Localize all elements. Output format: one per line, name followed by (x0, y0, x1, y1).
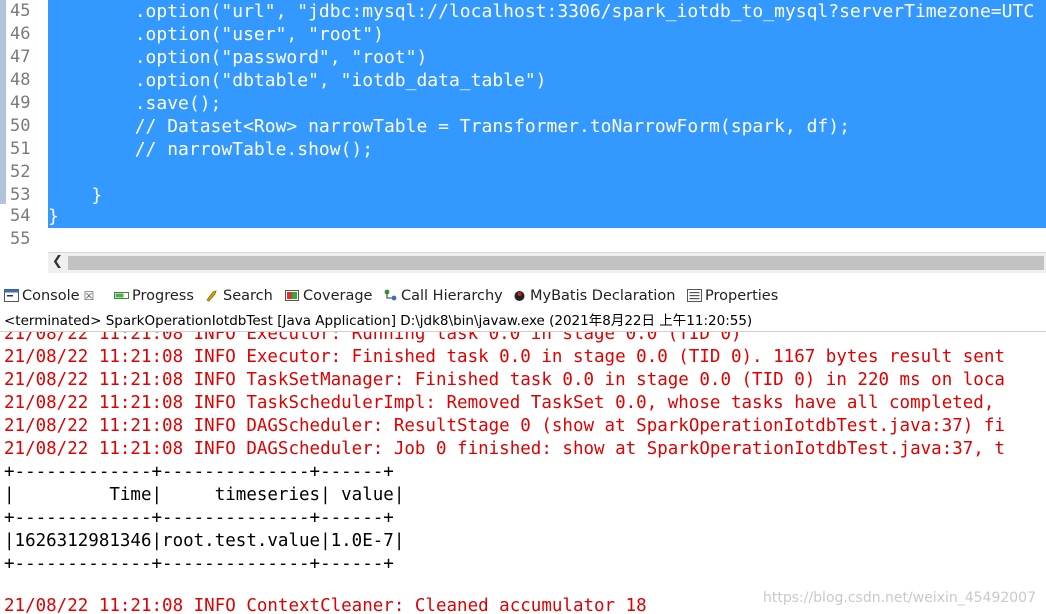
line-number: 49 (10, 93, 31, 113)
line-number: 52 (10, 162, 31, 182)
line-number: 45 (10, 1, 31, 21)
scrollbar-thumb[interactable] (68, 256, 1044, 270)
console-line: +-------------+--------------+------+ (4, 508, 394, 528)
tab-coverage[interactable]: Coverage (285, 282, 372, 310)
console-output[interactable]: 21/08/22 11:21:08 INFO Executor: Running… (0, 332, 1046, 614)
view-tab-bar: Console ☒ Progress Search Coverage Call H… (0, 282, 1046, 310)
line-number: 51 (10, 139, 31, 159)
mybatis-icon (514, 291, 525, 301)
properties-icon (687, 289, 702, 302)
code-row: 46 .option("user", "root") (0, 23, 1046, 46)
call-hierarchy-icon (384, 289, 397, 301)
console-line: 21/08/22 11:21:08 INFO TaskSetManager: F… (4, 370, 1005, 390)
code-row: 49 .save(); (0, 92, 1046, 115)
code-row: 52 (0, 161, 1046, 184)
console-line: +-------------+--------------+------+ (4, 462, 394, 482)
tab-properties[interactable]: Properties (687, 282, 778, 310)
search-icon (206, 290, 217, 302)
code-line[interactable]: .option("password", "root") (48, 46, 1046, 69)
code-line[interactable]: } (48, 205, 1046, 228)
code-line[interactable]: // Dataset<Row> narrowTable = Transforme… (48, 115, 1046, 138)
console-line: +-------------+--------------+------+ (4, 554, 394, 574)
tab-label: Coverage (303, 288, 373, 304)
progress-icon (114, 292, 129, 299)
code-row: 48 .option("dbtable", "iotdb_data_table"… (0, 69, 1046, 92)
console-line: 21/08/22 11:21:08 INFO DAGScheduler: Res… (4, 416, 1005, 436)
scroll-left-icon[interactable]: ❮ (52, 254, 63, 269)
tab-mybatis-declaration[interactable]: MyBatis Declaration (512, 282, 675, 310)
line-number: 50 (10, 116, 31, 136)
tab-label: Call Hierarchy (401, 288, 503, 304)
code-line[interactable]: .option("user", "root") (48, 23, 1046, 46)
line-number: 46 (10, 24, 31, 44)
tab-label: Progress (132, 288, 194, 304)
console-line: 21/08/22 11:21:08 INFO ContextCleaner: C… (4, 596, 647, 614)
console-line: 21/08/22 11:21:08 INFO Executor: Running… (4, 332, 742, 344)
code-row: 50 // Dataset<Row> narrowTable = Transfo… (0, 115, 1046, 138)
code-row: 51 // narrowTable.show(); (0, 138, 1046, 161)
code-row: 47 .option("password", "root") (0, 46, 1046, 69)
tab-label: Properties (705, 288, 779, 304)
code-line[interactable] (48, 161, 1046, 184)
console-icon (4, 289, 19, 302)
line-number: 54 (10, 206, 31, 226)
horizontal-scrollbar[interactable]: ❮ (48, 252, 1046, 273)
code-editor[interactable]: 45 .option("url", "jdbc:mysql://localhos… (0, 0, 1046, 252)
code-row: 53 } (0, 184, 1046, 207)
tab-call-hierarchy[interactable]: Call Hierarchy (383, 282, 503, 310)
tab-progress[interactable]: Progress (114, 282, 194, 310)
console-status-line: <terminated> SparkOperationIotdbTest [Ja… (4, 313, 753, 329)
line-number: 53 (10, 185, 31, 205)
line-number: 48 (10, 70, 31, 90)
tab-console[interactable]: Console ☒ (4, 282, 94, 310)
code-line[interactable]: .save(); (48, 92, 1046, 115)
coverage-icon (285, 290, 299, 301)
console-line: 21/08/22 11:21:08 INFO DAGScheduler: Job… (4, 439, 1005, 459)
code-row: 55 (0, 228, 1046, 251)
code-line[interactable]: // narrowTable.show(); (48, 138, 1046, 161)
console-line: | Time| timeseries| value| (4, 485, 405, 505)
watermark: https://blog.csdn.net/weixin_45492007 (762, 590, 1036, 606)
tab-label: Search (223, 288, 273, 304)
code-line[interactable]: .option("url", "jdbc:mysql://localhost:3… (48, 0, 1046, 23)
console-line: 21/08/22 11:21:08 INFO TaskSchedulerImpl… (4, 393, 995, 413)
tab-search[interactable]: Search (205, 282, 273, 310)
code-row: 54 } (0, 205, 1046, 228)
close-icon[interactable]: ☒ (84, 289, 95, 303)
console-line: |1626312981346|root.test.value|1.0E-7| (4, 531, 405, 551)
tab-label: Console (22, 288, 80, 304)
console-line: 21/08/22 11:21:08 INFO Executor: Finishe… (4, 347, 1005, 367)
code-row: 45 .option("url", "jdbc:mysql://localhos… (0, 0, 1046, 23)
line-number: 55 (10, 229, 31, 249)
code-line[interactable]: .option("dbtable", "iotdb_data_table") (48, 69, 1046, 92)
code-line[interactable]: } (48, 184, 1046, 207)
line-number: 47 (10, 47, 31, 67)
tab-label: MyBatis Declaration (530, 288, 676, 304)
